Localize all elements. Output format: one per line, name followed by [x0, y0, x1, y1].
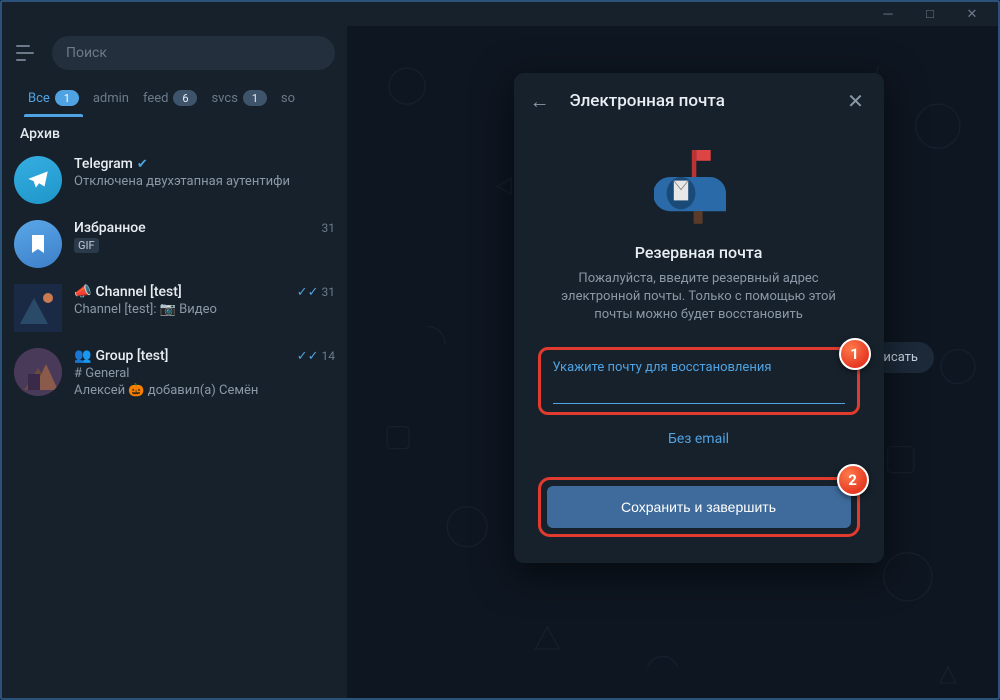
chat-list: Telegram ✔ Отключена двухэтапная аутентиф… [2, 148, 347, 698]
channel-icon: 📣 [74, 284, 91, 300]
skip-email-link[interactable]: Без email [514, 431, 884, 447]
folder-tab-admin[interactable]: admin [89, 84, 133, 116]
chat-item-telegram[interactable]: Telegram ✔ Отключена двухэтапная аутентиф… [2, 148, 347, 212]
app-window: ─ □ ✕ Поиск Все 1 admin feed 6 svcs 1 so Ар… [0, 0, 1000, 700]
chat-message: Channel [test]: 📷 Видео [74, 302, 335, 317]
dialog-title: Электронная почта [570, 91, 826, 111]
chat-message: Отключена двухэтапная аутентифи [74, 174, 335, 189]
maximize-button[interactable]: □ [910, 4, 950, 24]
gif-badge: GIF [74, 238, 99, 253]
close-button[interactable]: ✕ [952, 4, 992, 24]
annotation-marker-2: 2 [837, 464, 869, 496]
chat-time: 31 [322, 221, 336, 235]
archive-header: Архив [2, 116, 347, 148]
avatar [14, 348, 62, 396]
checks-icon: ✓✓ [297, 285, 319, 300]
checks-icon: ✓✓ [297, 349, 319, 364]
dialog-description: Пожалуйста, введите резервный адрес элек… [514, 270, 884, 325]
chat-item-channel[interactable]: 📣Channel [test] ✓✓ 31 Channel [test]: 📷 В… [2, 276, 347, 340]
folder-label: svcs [211, 91, 237, 106]
sidebar: Поиск Все 1 admin feed 6 svcs 1 so Архив Te… [2, 26, 347, 698]
folder-tab-svcs[interactable]: svcs 1 [207, 84, 270, 116]
chat-item-group[interactable]: 👥Group [test] ✓✓ 14 # General Алексей 🎃 д… [2, 340, 347, 406]
avatar [14, 284, 62, 332]
email-input[interactable] [553, 377, 845, 404]
folder-tab-all[interactable]: Все 1 [24, 84, 83, 116]
avatar [14, 156, 62, 204]
chat-item-saved[interactable]: Избранное 31 GIF [2, 212, 347, 276]
chat-name: Избранное [74, 220, 146, 236]
chat-topic: # General [74, 366, 335, 381]
chat-message: Алексей 🎃 добавил(а) Семён [74, 383, 335, 398]
folder-badge: 6 [173, 90, 197, 106]
chat-name: Group [test] [95, 348, 168, 364]
verified-icon: ✔ [137, 157, 148, 172]
folder-label: so [281, 91, 295, 106]
mailbox-icon [654, 141, 744, 231]
folder-badge: 1 [243, 90, 267, 106]
avatar [14, 220, 62, 268]
save-button-highlight: Сохранить и завершить 2 [538, 477, 860, 537]
dialog-heading: Резервная почта [514, 243, 884, 262]
chat-time: 14 [322, 349, 336, 363]
folder-label: feed [143, 91, 169, 106]
email-field-highlight: Укажите почту для восстановления 1 [538, 347, 860, 415]
content-area: ли бы написать ← Электронная почта ✕ Рез… [347, 26, 998, 698]
chat-name: Channel [test] [95, 284, 181, 300]
email-dialog: ← Электронная почта ✕ Резервная почта По… [514, 73, 884, 563]
back-icon[interactable]: ← [528, 89, 552, 113]
menu-icon[interactable] [16, 45, 38, 61]
chat-time: 31 [322, 285, 336, 299]
folder-tabs: Все 1 admin feed 6 svcs 1 so [2, 78, 347, 116]
chat-name: Telegram [74, 156, 133, 172]
annotation-marker-1: 1 [839, 338, 871, 370]
folder-tab-feed[interactable]: feed 6 [139, 84, 202, 116]
email-field-label: Укажите почту для восстановления [553, 360, 845, 375]
folder-label: Все [28, 91, 50, 106]
save-button[interactable]: Сохранить и завершить [547, 486, 851, 528]
group-icon: 👥 [74, 348, 91, 364]
folder-badge: 1 [55, 90, 79, 106]
folder-label: admin [93, 91, 129, 106]
search-input[interactable]: Поиск [52, 36, 335, 70]
minimize-button[interactable]: ─ [868, 4, 908, 24]
titlebar: ─ □ ✕ [2, 2, 998, 26]
folder-tab-so[interactable]: so [277, 84, 299, 116]
close-icon[interactable]: ✕ [844, 89, 868, 113]
